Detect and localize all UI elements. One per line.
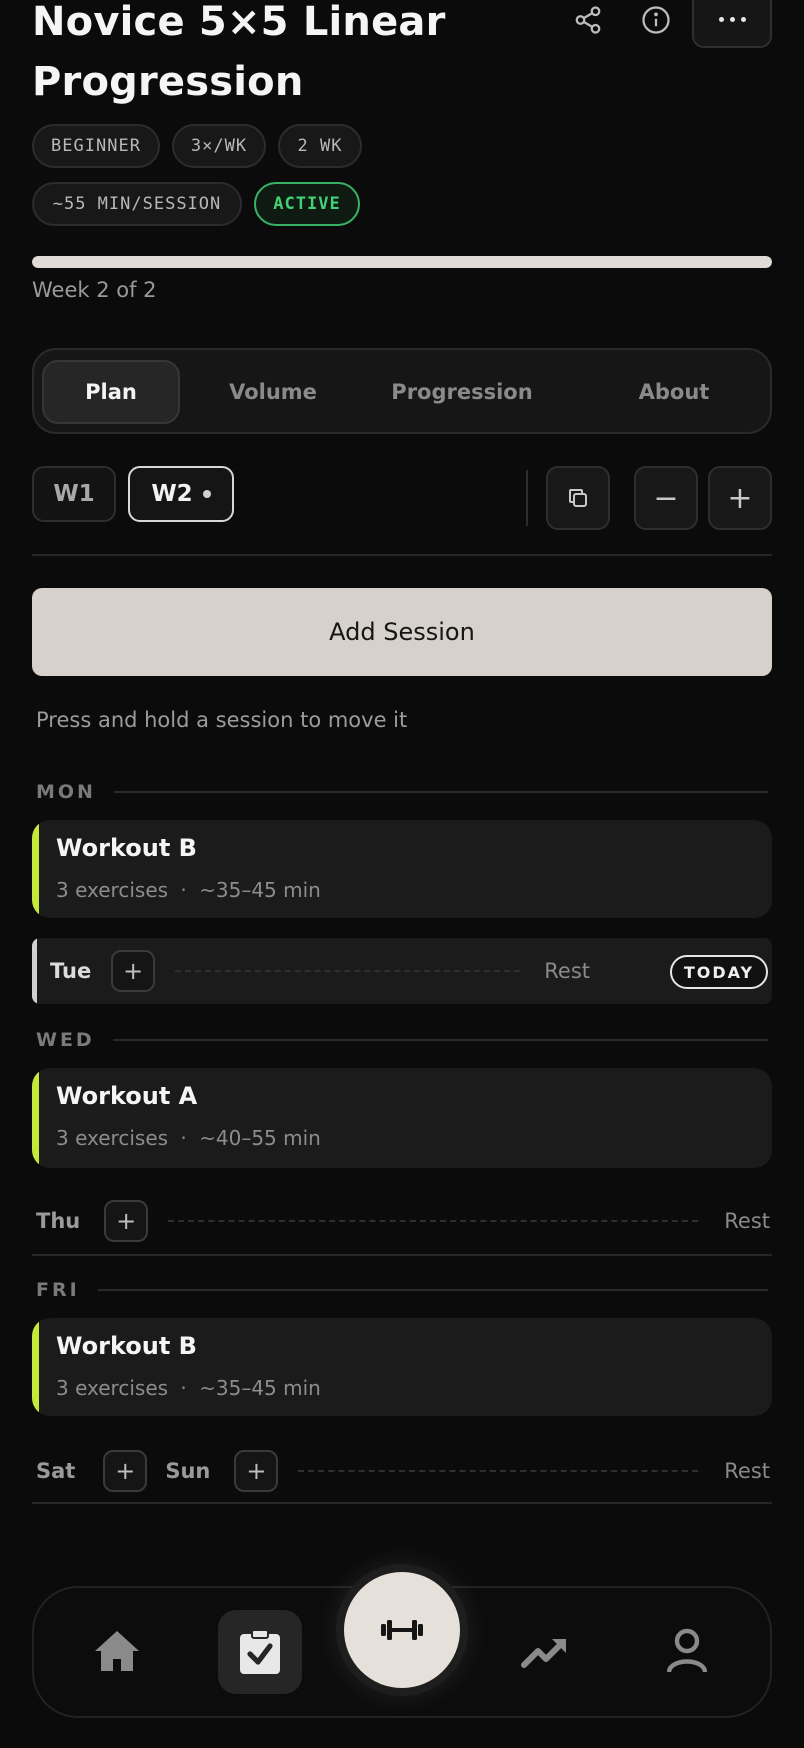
rest-dashed-line [168, 1220, 699, 1222]
week-chip-2[interactable]: W2 [128, 466, 234, 522]
session-card-wed[interactable]: Workout A 3 exercises · ~40–55 min [32, 1068, 772, 1168]
session-name: Workout A [56, 1082, 198, 1110]
start-workout-button[interactable] [344, 1572, 460, 1688]
divider [32, 1502, 772, 1504]
nav-plan[interactable] [218, 1610, 302, 1694]
meta-separator: · [180, 1376, 187, 1400]
frequency-tag: 3×/WK [172, 124, 266, 168]
rest-day-row-weekend: Sat + Sun + Rest [36, 1440, 770, 1502]
session-card-mon[interactable]: Workout B 3 exercises · ~35–45 min [32, 820, 772, 918]
tab-plan[interactable]: Plan [42, 360, 180, 424]
profile-icon [666, 1628, 708, 1673]
session-name: Workout B [56, 1332, 197, 1360]
status-badge: ACTIVE [254, 182, 360, 226]
add-session-tue-button[interactable]: + [111, 950, 156, 992]
rest-dashed-line [298, 1470, 699, 1472]
add-session-thu-button[interactable]: + [104, 1200, 149, 1242]
more-icon [718, 16, 724, 22]
copy-icon [569, 489, 587, 507]
session-meta: 3 exercises · ~40–55 min [56, 1126, 321, 1150]
rest-dashed-line [175, 970, 521, 972]
day-label-sat: Sat [36, 1459, 76, 1483]
day-header-mon: MON [36, 780, 768, 804]
day-header-label: MON [36, 781, 96, 803]
session-duration: ~35–45 min [199, 878, 321, 902]
level-tag: BEGINNER [32, 124, 160, 168]
tab-volume[interactable]: Volume [200, 360, 346, 424]
tab-about[interactable]: About [584, 360, 764, 424]
nav-home[interactable] [86, 1614, 148, 1688]
divider [32, 554, 772, 556]
exercise-count: 3 exercises [56, 1126, 169, 1150]
rest-label: Rest [724, 1459, 770, 1483]
rest-day-row-tue: Tue + Rest TODAY [32, 938, 772, 1004]
session-duration: ~35–45 min [199, 1376, 321, 1400]
more-options-button[interactable] [692, 0, 772, 48]
session-card-fri[interactable]: Workout B 3 exercises · ~35–45 min [32, 1318, 772, 1416]
duration-tag: 2 WK [278, 124, 362, 168]
session-duration: ~40–55 min [199, 1126, 321, 1150]
day-header-label: WED [36, 1029, 95, 1051]
rest-label: Rest [724, 1209, 770, 1233]
add-week-button[interactable]: + [708, 466, 772, 530]
nav-profile[interactable] [656, 1614, 718, 1688]
meta-separator: · [180, 1126, 187, 1150]
progress-trend-icon [521, 1639, 566, 1668]
remove-week-button[interactable]: − [634, 466, 698, 530]
week-chip-label: W1 [53, 481, 95, 507]
day-label-thu: Thu [36, 1209, 81, 1233]
divider [32, 1254, 772, 1256]
tab-progression[interactable]: Progression [354, 360, 570, 424]
program-progress-bar [32, 256, 772, 268]
home-icon [95, 1631, 139, 1671]
session-accent-bar [32, 820, 39, 918]
session-accent-bar [32, 1318, 39, 1416]
today-badge: TODAY [670, 955, 768, 989]
divider [526, 470, 528, 526]
program-progress-fill [32, 256, 772, 268]
day-label-tue: Tue [50, 959, 92, 983]
workout-dumbbell-icon [381, 1620, 423, 1640]
add-session-sun-button[interactable]: + [234, 1450, 279, 1492]
view-tabs: Plan Volume Progression About [32, 348, 772, 434]
plan-clipboard-icon [240, 1629, 280, 1674]
session-name: Workout B [56, 834, 197, 862]
exercise-count: 3 exercises [56, 878, 169, 902]
day-header-wed: WED [36, 1028, 768, 1052]
page-title: Novice 5×5 Linear Progression [32, 0, 446, 105]
reorder-hint: Press and hold a session to move it [36, 708, 408, 732]
share-icon[interactable] [566, 0, 610, 40]
info-icon[interactable] [634, 0, 678, 40]
rest-label: Rest [544, 959, 590, 983]
today-indicator-bar [32, 938, 37, 1004]
session-length-tag: ~55 MIN/SESSION [32, 182, 242, 226]
day-header-fri: FRI [36, 1278, 768, 1302]
week-chip-label: W2 [151, 481, 193, 507]
add-session-sat-button[interactable]: + [103, 1450, 148, 1492]
duplicate-week-button[interactable] [546, 466, 610, 530]
day-header-label: FRI [36, 1279, 80, 1301]
week-progress-label: Week 2 of 2 [32, 278, 157, 302]
nav-progress[interactable] [514, 1614, 576, 1688]
current-week-dot [202, 490, 211, 498]
day-label-sun: Sun [165, 1459, 211, 1483]
add-session-button[interactable]: Add Session [32, 588, 772, 676]
session-accent-bar [32, 1068, 39, 1168]
exercise-count: 3 exercises [56, 1376, 169, 1400]
session-meta: 3 exercises · ~35–45 min [56, 878, 321, 902]
session-meta: 3 exercises · ~35–45 min [56, 1376, 321, 1400]
week-chip-1[interactable]: W1 [32, 466, 116, 522]
meta-separator: · [180, 878, 187, 902]
rest-day-row-thu: Thu + Rest [36, 1190, 770, 1252]
